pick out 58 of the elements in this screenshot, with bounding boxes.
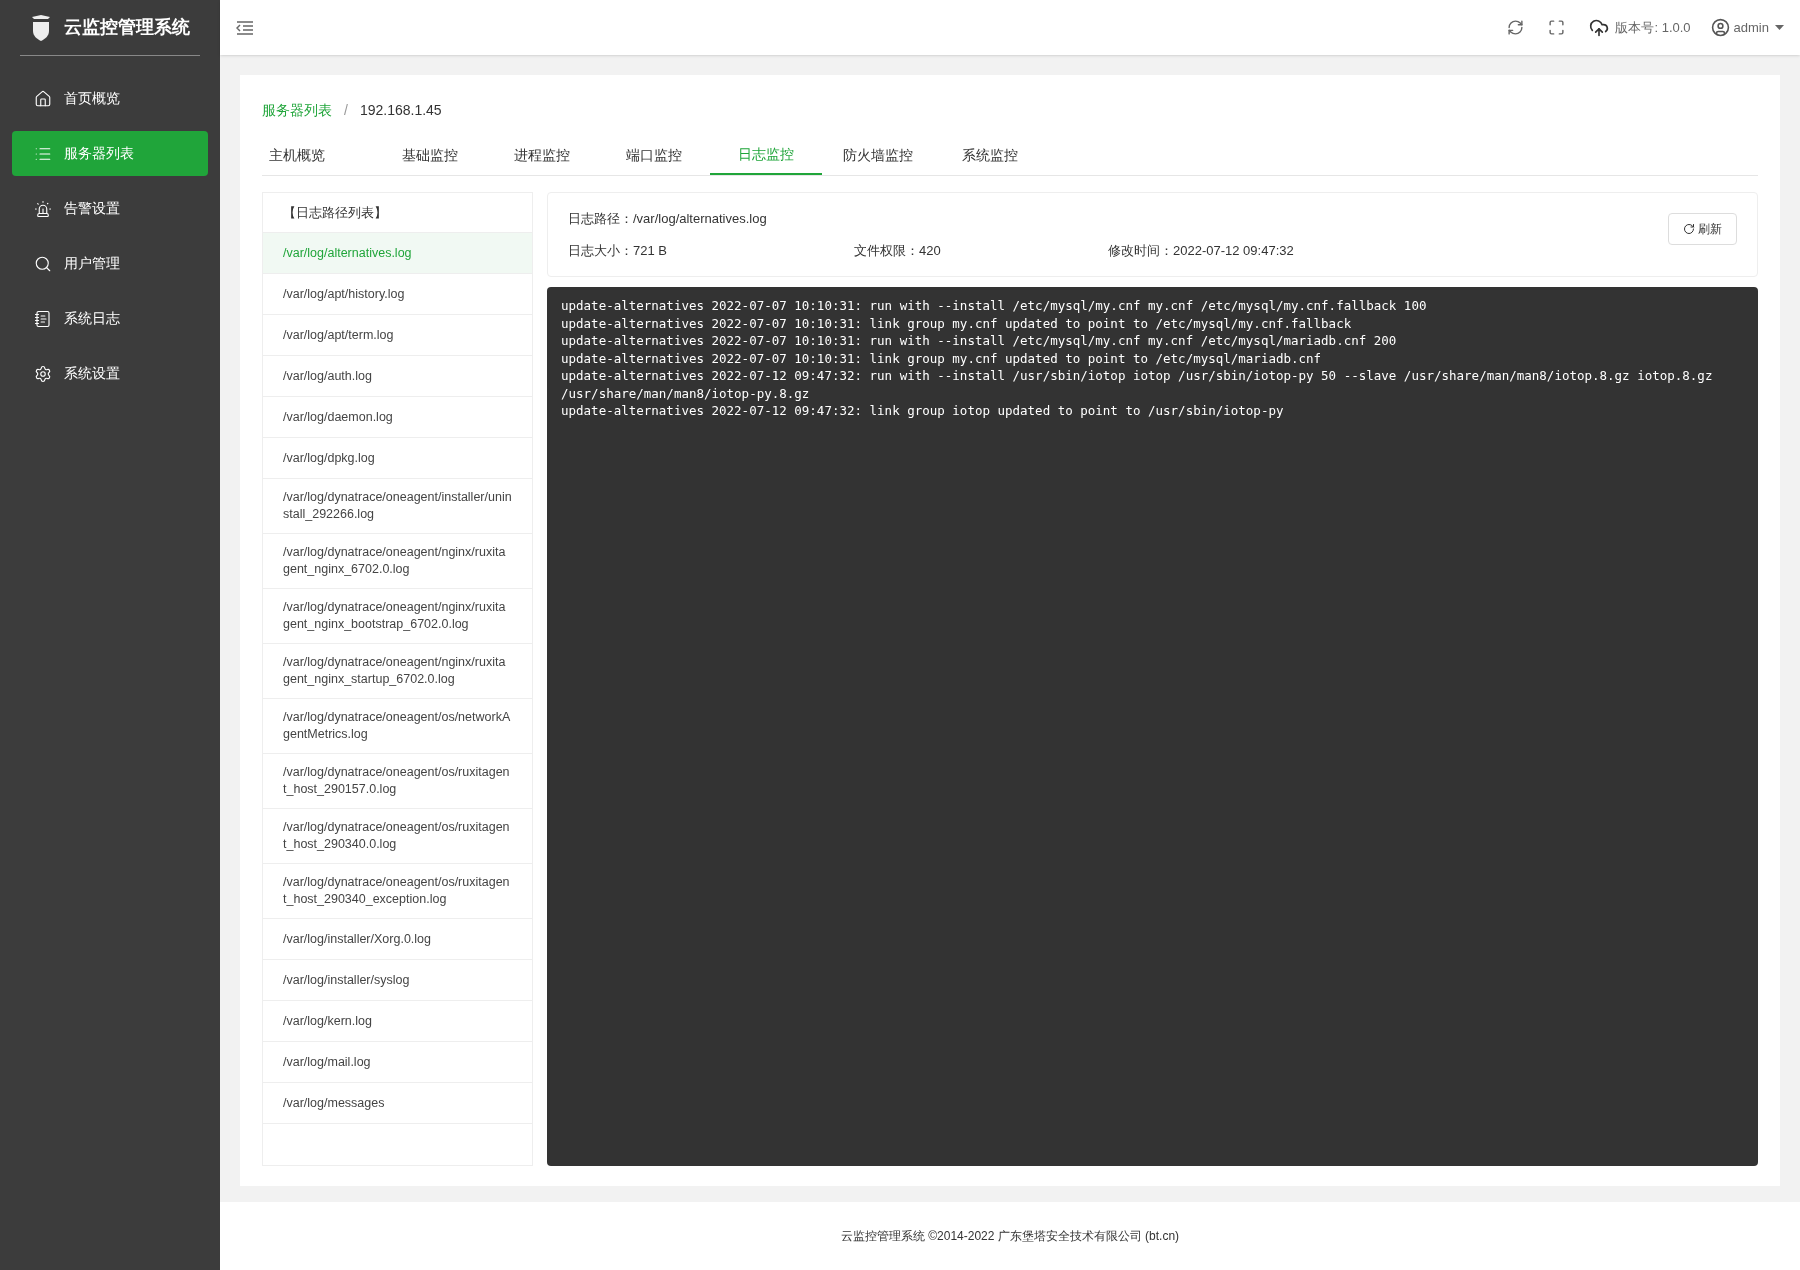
log-line: update-alternatives 2022-07-07 10:10:31: link group my.cnf updated to point to /etc/mysql/my.cnf.fallback [561, 314, 1353, 332]
log-file-item[interactable]: /var/log/installer/Xorg.0.log [263, 919, 532, 960]
tab[interactable]: 防火墙监控 [822, 135, 934, 175]
log-line: update-alternatives 2022-07-07 10:10:31: link group my.cnf updated to point to /etc/mysql/mariadb.cnf [561, 349, 1323, 367]
sidebar-item[interactable]: 系统设置 [12, 351, 208, 396]
shield-logo-icon [30, 14, 52, 41]
breadcrumb-separator: / [344, 100, 348, 120]
log-file-item[interactable]: /var/log/kern.log [263, 1001, 532, 1042]
file-permission-text: 文件权限：420 [854, 241, 942, 260]
user-avatar-icon [1710, 18, 1730, 37]
breadcrumb-current: 192.168.1.45 [359, 100, 442, 120]
search-icon [34, 254, 52, 273]
refresh-icon [1683, 223, 1695, 235]
app-title: 云监控管理系统 [64, 16, 190, 39]
log-line: update-alternatives 2022-07-07 10:10:31: run with --install /etc/mysql/my.cnf my.cnf /etc/mysql/my.cnf.fallback 100 [561, 297, 1428, 315]
log-file-item[interactable]: /var/log/dpkg.log [263, 438, 532, 479]
log-file-item[interactable]: /var/log/dynatrace/oneagent/nginx/ruxitagent_nginx_6702.0.log [263, 534, 532, 589]
tab[interactable]: 基础监控 [374, 135, 486, 175]
log-file-item[interactable]: /var/log/installer/syslog [263, 960, 532, 1001]
log-line: update-alternatives 2022-07-12 09:47:32: link group iotop updated to point to /usr/sbin/iotop-py [561, 402, 1285, 420]
log-file-item[interactable]: /var/log/mail.log [263, 1042, 532, 1083]
refresh-icon[interactable] [1507, 19, 1525, 36]
menu-toggle-icon[interactable] [236, 19, 254, 36]
tab[interactable]: 端口监控 [598, 135, 710, 175]
log-file-item[interactable]: /var/log/dynatrace/oneagent/os/ruxitagent_host_290340.0.log [263, 809, 532, 864]
version-text: 版本号: 1.0.0 [1615, 18, 1691, 37]
log-file-item[interactable]: /var/log/dynatrace/oneagent/nginx/ruxitagent_nginx_bootstrap_6702.0.log [263, 589, 532, 644]
log-file-item[interactable]: /var/log/auth.log [263, 356, 532, 397]
alarm-icon [34, 199, 52, 218]
home-icon [34, 89, 52, 108]
modified-time-text: 修改时间：2022-07-12 09:47:32 [1108, 241, 1294, 260]
sidebar-item[interactable]: 系统日志 [12, 296, 208, 341]
log-file-item[interactable]: /var/log/dynatrace/oneagent/os/networkAgentMetrics.log [263, 699, 532, 754]
user-menu[interactable]: admin [1733, 17, 1784, 38]
log-file-item[interactable]: /var/log/dynatrace/oneagent/os/ruxitagent_host_290157.0.log [263, 754, 532, 809]
tab[interactable]: 进程监控 [486, 135, 598, 175]
settings-icon [34, 364, 52, 383]
caret-icon [1775, 25, 1784, 30]
refresh-button[interactable]: 刷新 [1668, 213, 1737, 245]
log-file-item[interactable]: /var/log/daemon.log [263, 397, 532, 438]
cloud-upload-icon[interactable] [1589, 17, 1610, 38]
log-path-text: 日志路径：/var/log/alternatives.log [568, 210, 768, 228]
log-file-item[interactable]: /var/log/messages [263, 1083, 532, 1124]
sidebar-item[interactable]: 首页概览 [12, 76, 208, 121]
tab[interactable]: 主机概览 [262, 135, 332, 175]
log-size-text: 日志大小：721 B [568, 241, 668, 260]
log-line: update-alternatives 2022-07-07 10:10:31: run with --install /etc/mysql/my.cnf my.cnf /etc/mysql/mariadb.cnf 200 [561, 332, 1398, 350]
sidebar-item[interactable]: 用户管理 [12, 241, 208, 286]
notebook-icon [34, 309, 52, 328]
fullscreen-icon[interactable] [1548, 19, 1566, 36]
log-file-item[interactable]: /var/log/apt/term.log [263, 315, 532, 356]
log-file-item[interactable]: /var/log/dynatrace/oneagent/nginx/ruxitagent_nginx_startup_6702.0.log [263, 644, 532, 699]
log-file-item[interactable]: /var/log/dynatrace/oneagent/os/ruxitagent_host_290340_exception.log [263, 864, 532, 919]
footer-text: 云监控管理系统 ©2014-2022 广东堡塔安全技术有限公司 (bt.cn) [840, 1228, 1180, 1245]
log-file-item[interactable]: /var/log/dynatrace/oneagent/installer/uninstall_292266.log [263, 479, 532, 534]
sidebar-item[interactable]: 告警设置 [12, 186, 208, 231]
tab[interactable]: 系统监控 [934, 135, 1046, 175]
log-file-item[interactable]: /var/log/apt/history.log [263, 274, 532, 315]
